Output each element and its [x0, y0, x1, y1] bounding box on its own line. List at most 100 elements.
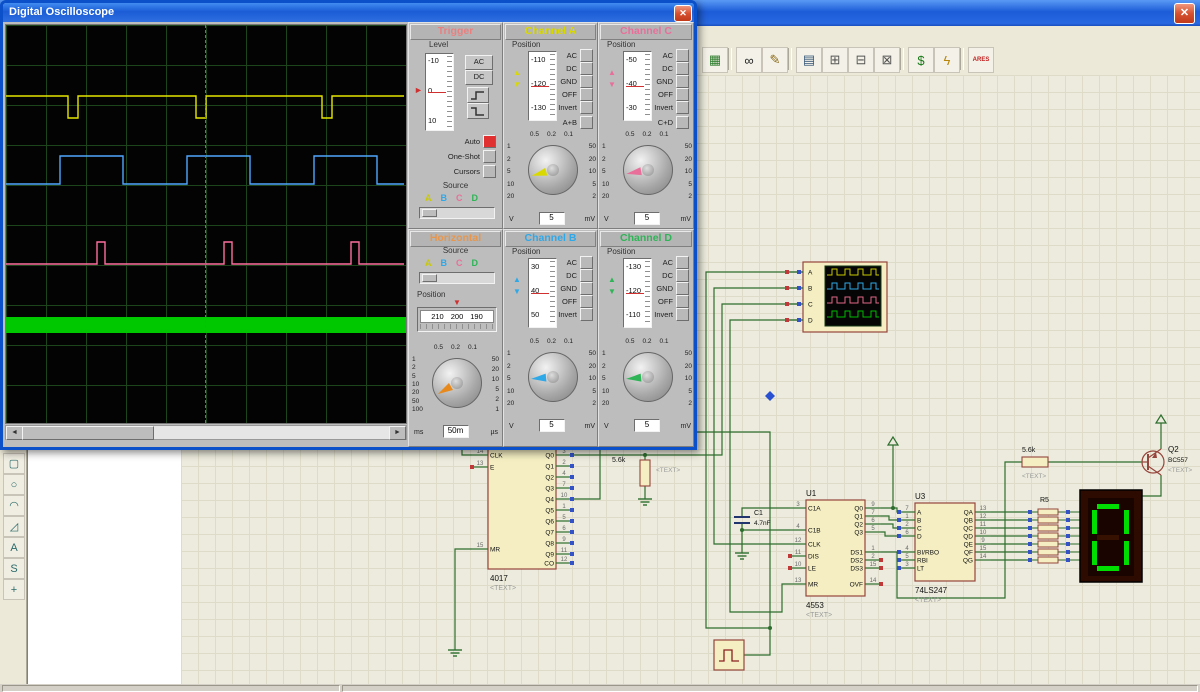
wire[interactable] — [881, 515, 899, 521]
netlist-to-ares-icon[interactable]: ARES — [968, 47, 994, 73]
channel-a-gnd-button[interactable] — [580, 74, 593, 88]
channel-c-off-button[interactable] — [676, 87, 689, 101]
trigger-ac-button[interactable]: AC — [465, 55, 493, 70]
channel-d-knob-dial[interactable] — [623, 352, 673, 402]
resistor-body[interactable] — [1037, 540, 1059, 548]
resistor-body[interactable] — [1037, 548, 1059, 556]
wire[interactable] — [705, 271, 803, 629]
wire[interactable] — [454, 548, 472, 645]
channel-c-dc-button[interactable] — [676, 61, 689, 75]
pulse-generator[interactable] — [713, 639, 745, 671]
trigger-level-slider[interactable]: -10 0 10 — [425, 53, 454, 131]
channel-b-position-down-arrow[interactable]: ▼ — [513, 288, 521, 296]
goto-sheet-icon[interactable]: ⊠ — [874, 47, 900, 73]
channel-b-off-button[interactable] — [580, 294, 593, 308]
channel-c-position-up-arrow[interactable]: ▲ — [608, 69, 616, 77]
channel-c-ac-button[interactable] — [676, 48, 689, 62]
channel-b-dc-button[interactable] — [580, 268, 593, 282]
trigger-source-channel-c[interactable]: C — [456, 193, 463, 203]
horizontal-timebase-knob-dial[interactable] — [431, 358, 482, 408]
channel-d-off-button[interactable] — [676, 294, 689, 308]
channel-d-gnd-button[interactable] — [676, 281, 689, 295]
channel-a-knob-dial[interactable] — [527, 145, 578, 195]
resistor-body[interactable] — [1037, 556, 1059, 564]
trigger-source-slider-thumb[interactable] — [422, 209, 437, 217]
trigger-source-channel-b[interactable]: B — [441, 193, 448, 203]
marker-tool[interactable]: + — [3, 579, 25, 600]
design-template-icon[interactable]: ▦ — [702, 47, 728, 73]
box-tool[interactable]: ▢ — [3, 453, 25, 474]
design-explorer-icon[interactable]: ▤ — [796, 47, 822, 73]
channel-a-invert-button[interactable] — [580, 100, 593, 114]
channel-b-position-up-arrow[interactable]: ▲ — [513, 276, 521, 284]
channel-b-invert-button[interactable] — [580, 307, 593, 321]
channel-a-ac-button[interactable] — [580, 48, 593, 62]
channel-c-gnd-button[interactable] — [676, 74, 689, 88]
bill-of-materials-icon[interactable]: $ — [908, 47, 934, 73]
horizontal-source-slider-thumb[interactable] — [422, 274, 437, 282]
trigger-source-slider[interactable] — [419, 207, 495, 219]
channel-d-ac-button[interactable] — [676, 255, 689, 269]
oscilloscope-close-button[interactable]: ✕ — [674, 5, 692, 22]
timebase-scrollbar[interactable]: ◄ ► — [5, 425, 407, 440]
trigger-source-channel-a[interactable]: A — [425, 193, 432, 203]
channel-c-knob-dial[interactable] — [623, 145, 673, 195]
trigger-source-channel-d[interactable]: D — [472, 193, 479, 203]
text-tool[interactable]: A — [3, 537, 25, 558]
scroll-left-button[interactable]: ◄ — [6, 426, 23, 440]
horizontal-source-channel-c[interactable]: C — [456, 258, 463, 268]
new-sheet-icon[interactable]: ⊞ — [822, 47, 848, 73]
main-close-button[interactable]: ✕ — [1174, 3, 1195, 24]
path-tool[interactable]: ◿ — [3, 516, 25, 537]
remove-sheet-icon[interactable]: ⊟ — [848, 47, 874, 73]
resistor-body[interactable] — [1037, 516, 1059, 524]
one-shot-button[interactable] — [483, 149, 496, 163]
channel-d-position-up-arrow[interactable]: ▲ — [608, 276, 616, 284]
channel-a-dc-button[interactable] — [580, 61, 593, 75]
horizontal-source-channel-a[interactable]: A — [425, 258, 432, 268]
resistor-body[interactable] — [1037, 508, 1059, 516]
resistor-5.6k[interactable] — [639, 459, 651, 487]
resistor-body[interactable] — [1037, 532, 1059, 540]
channel-d-dc-button[interactable] — [676, 268, 689, 282]
channel-a-position-up-arrow[interactable]: ▲ — [513, 69, 521, 77]
circle-tool[interactable]: ○ — [3, 474, 25, 495]
channel-d-position-down-arrow[interactable]: ▼ — [608, 288, 616, 296]
resistor-5.6k[interactable] — [1021, 456, 1049, 468]
cursors-button[interactable] — [483, 164, 496, 178]
channel-b-knob-dial[interactable] — [527, 352, 578, 402]
channel-d-invert-button[interactable] — [676, 307, 689, 321]
horizontal-source-slider[interactable] — [419, 272, 495, 284]
scroll-right-button[interactable]: ► — [389, 426, 406, 440]
scroll-thumb[interactable] — [22, 426, 154, 440]
channel-c-sum-button[interactable] — [676, 115, 689, 129]
channel-a-off-button[interactable] — [580, 87, 593, 101]
auto-button[interactable] — [483, 134, 496, 148]
channel-c-invert-button[interactable] — [676, 100, 689, 114]
wire[interactable] — [881, 531, 899, 537]
wire[interactable] — [741, 507, 790, 517]
channel-c-position-down-arrow[interactable]: ▼ — [608, 81, 616, 89]
horizontal-position-slider[interactable]: 210 200 190 — [417, 307, 497, 332]
channel-b-ac-button[interactable] — [580, 255, 593, 269]
horizontal-source-channel-b[interactable]: B — [441, 258, 448, 268]
trigger-level-pointer[interactable]: ► — [414, 85, 423, 95]
property-assignment-icon[interactable]: ✎ — [762, 47, 788, 73]
wire[interactable] — [713, 287, 803, 545]
channel-a-sum-button[interactable] — [580, 115, 593, 129]
electrical-rule-check-icon[interactable]: ϟ — [934, 47, 960, 73]
channel-b-gnd-button[interactable] — [580, 281, 593, 295]
horizontal-source-channel-d[interactable]: D — [472, 258, 479, 268]
oscilloscope-titlebar[interactable]: Digital Oscilloscope ✕ — [3, 3, 694, 22]
trigger-edge-falling-button[interactable] — [467, 103, 489, 119]
wire[interactable] — [881, 507, 899, 513]
arc-tool[interactable]: ◠ — [3, 495, 25, 516]
trigger-dc-button[interactable]: DC — [465, 70, 493, 85]
symbol-tool[interactable]: S — [3, 558, 25, 579]
find-component-icon[interactable]: ∞ — [736, 47, 762, 73]
channel-a-position-down-arrow[interactable]: ▼ — [513, 81, 521, 89]
wire[interactable] — [1142, 475, 1162, 497]
trigger-edge-rising-button[interactable] — [467, 87, 489, 103]
wire[interactable] — [881, 523, 899, 529]
resistor-body[interactable] — [1037, 524, 1059, 532]
